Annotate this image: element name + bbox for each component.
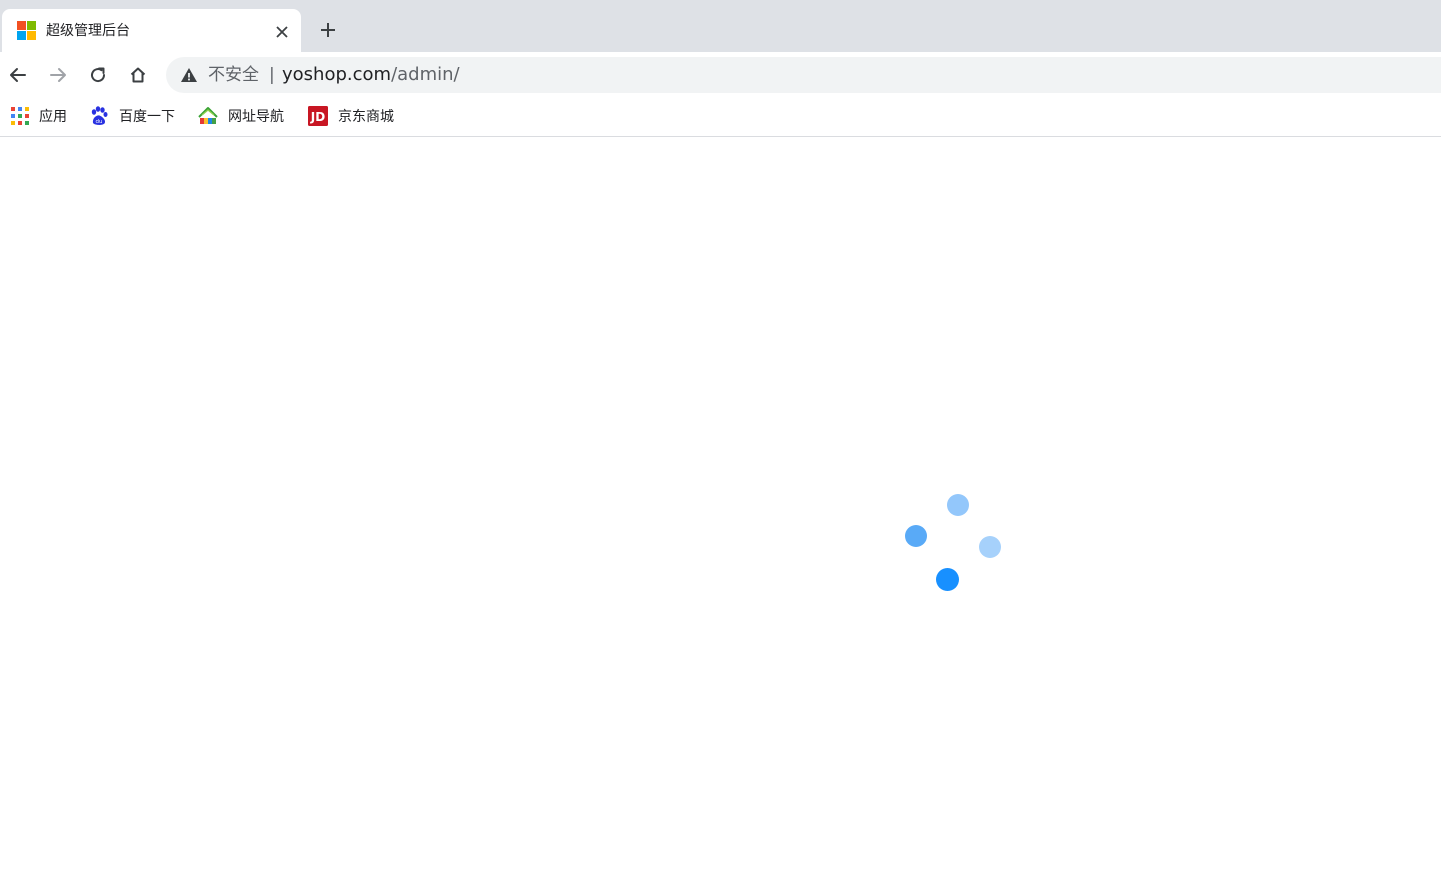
bookmark-2345-nav[interactable]: 网址导航 [198, 104, 284, 128]
arrow-right-icon [50, 68, 66, 82]
bookmark-label: 网址导航 [228, 109, 284, 125]
warning-icon[interactable] [180, 66, 198, 84]
2345-house-icon [198, 107, 218, 124]
arrow-left-icon [10, 68, 26, 82]
reload-button[interactable] [82, 59, 114, 91]
spinner-dot-bottom [936, 568, 959, 591]
baidu-paw-icon: du [91, 106, 108, 125]
bookmark-label: 应用 [39, 109, 67, 125]
close-icon[interactable] [270, 20, 294, 44]
loading-spinner [0, 138, 1441, 875]
tab-strip: 超级管理后台 [0, 0, 1441, 52]
windows-logo-icon [17, 21, 37, 41]
spinner-dot-left [905, 525, 927, 547]
bookmark-label: 京东商城 [338, 109, 394, 125]
bookmark-apps[interactable]: 应用 [10, 104, 67, 128]
svg-text:du: du [96, 119, 103, 125]
bookmark-jd[interactable]: JD 京东商城 [308, 104, 394, 128]
new-tab-button[interactable] [314, 16, 342, 44]
svg-text:JD: JD [310, 110, 325, 124]
security-status-label[interactable]: 不安全 [208, 64, 259, 86]
back-button[interactable] [2, 59, 34, 91]
apps-grid-icon [11, 107, 29, 125]
home-icon [130, 67, 146, 83]
url-text[interactable]: yoshop.com/admin/ [282, 64, 460, 86]
address-bar[interactable]: 不安全 | yoshop.com/admin/ [166, 57, 1441, 93]
home-button[interactable] [122, 59, 154, 91]
security-separator: | [269, 65, 275, 85]
url-path: /admin/ [391, 64, 460, 85]
url-host: yoshop.com [282, 64, 392, 85]
forward-button[interactable] [42, 59, 74, 91]
tab-title: 超级管理后台 [46, 23, 130, 39]
tab-active[interactable]: 超级管理后台 [2, 9, 301, 52]
bookmarks-bar: 应用 du 百度一下 网址导航 JD 京东商城 [0, 98, 1441, 137]
spinner-dot-top [947, 494, 969, 516]
spinner-dot-right [979, 536, 1001, 558]
browser-toolbar: 不安全 | yoshop.com/admin/ [0, 52, 1441, 98]
reload-icon [91, 67, 106, 83]
jd-logo-icon: JD [308, 106, 328, 126]
bookmark-baidu[interactable]: du 百度一下 [89, 104, 175, 128]
bookmark-label: 百度一下 [119, 109, 175, 125]
plus-icon [321, 23, 335, 37]
page-content [0, 138, 1441, 875]
